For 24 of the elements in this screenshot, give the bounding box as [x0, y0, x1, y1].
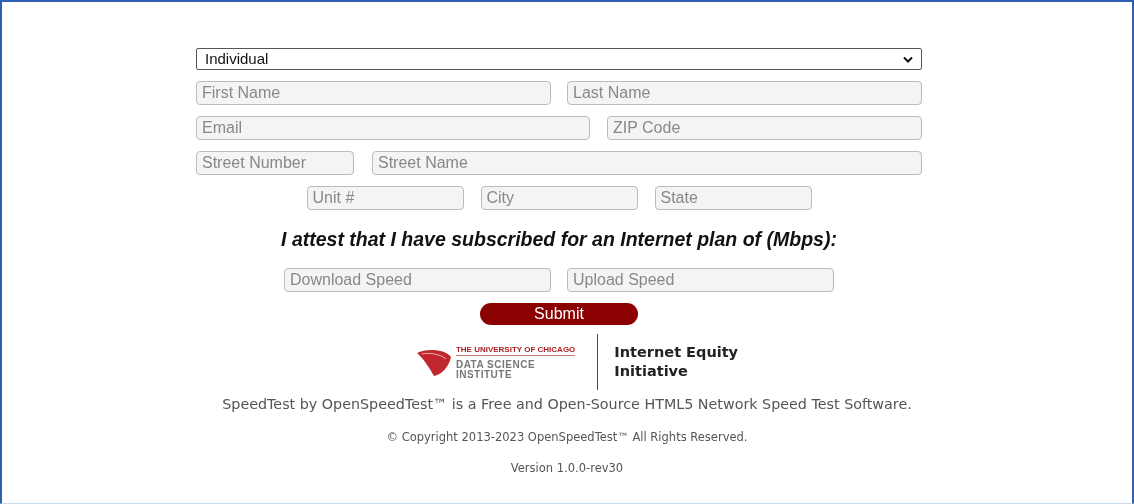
input-field[interactable]: Upload Speed — [567, 268, 834, 293]
university-name: THE UNIVERSITY OF CHICAGO — [455, 344, 576, 356]
input-field[interactable]: State — [654, 186, 812, 210]
input-field[interactable]: Street Name — [372, 151, 922, 175]
input-field[interactable]: City — [480, 186, 638, 210]
type-select[interactable]: Individual — [196, 48, 922, 70]
submit-button[interactable]: Submit — [480, 303, 638, 326]
chevron-down-icon — [903, 55, 913, 63]
logo-swirl-icon — [415, 347, 452, 378]
initiative-name-line: Initiative — [614, 362, 689, 382]
version-text: Version 1.0.0-rev30 — [509, 459, 625, 477]
initiative-name-line: Internet Equity — [614, 343, 739, 363]
institute-name-line: DATA SCIENCE — [455, 359, 537, 370]
input-field[interactable]: Email — [196, 116, 590, 140]
copyright-text: © Copyright 2013-2023 OpenSpeedTest™ All Rights Reserved. — [385, 428, 749, 446]
input-field[interactable]: Unit # — [306, 186, 464, 210]
input-field[interactable]: Download Speed — [284, 268, 551, 293]
input-field[interactable]: Street Number — [196, 151, 354, 175]
speedtest-description: SpeedTest by OpenSpeedTest™ is a Free and Open-Source HTML5 Network Speed Test Software. — [221, 395, 913, 415]
input-field[interactable]: First Name — [196, 81, 551, 105]
input-field[interactable]: ZIP Code — [607, 116, 922, 140]
input-field[interactable]: Last Name — [567, 81, 922, 105]
attestation-text: I attest that I have subscribed for an Internet plan of (Mbps): — [280, 227, 838, 252]
institute-name-line: INSTITUTE — [455, 369, 514, 380]
